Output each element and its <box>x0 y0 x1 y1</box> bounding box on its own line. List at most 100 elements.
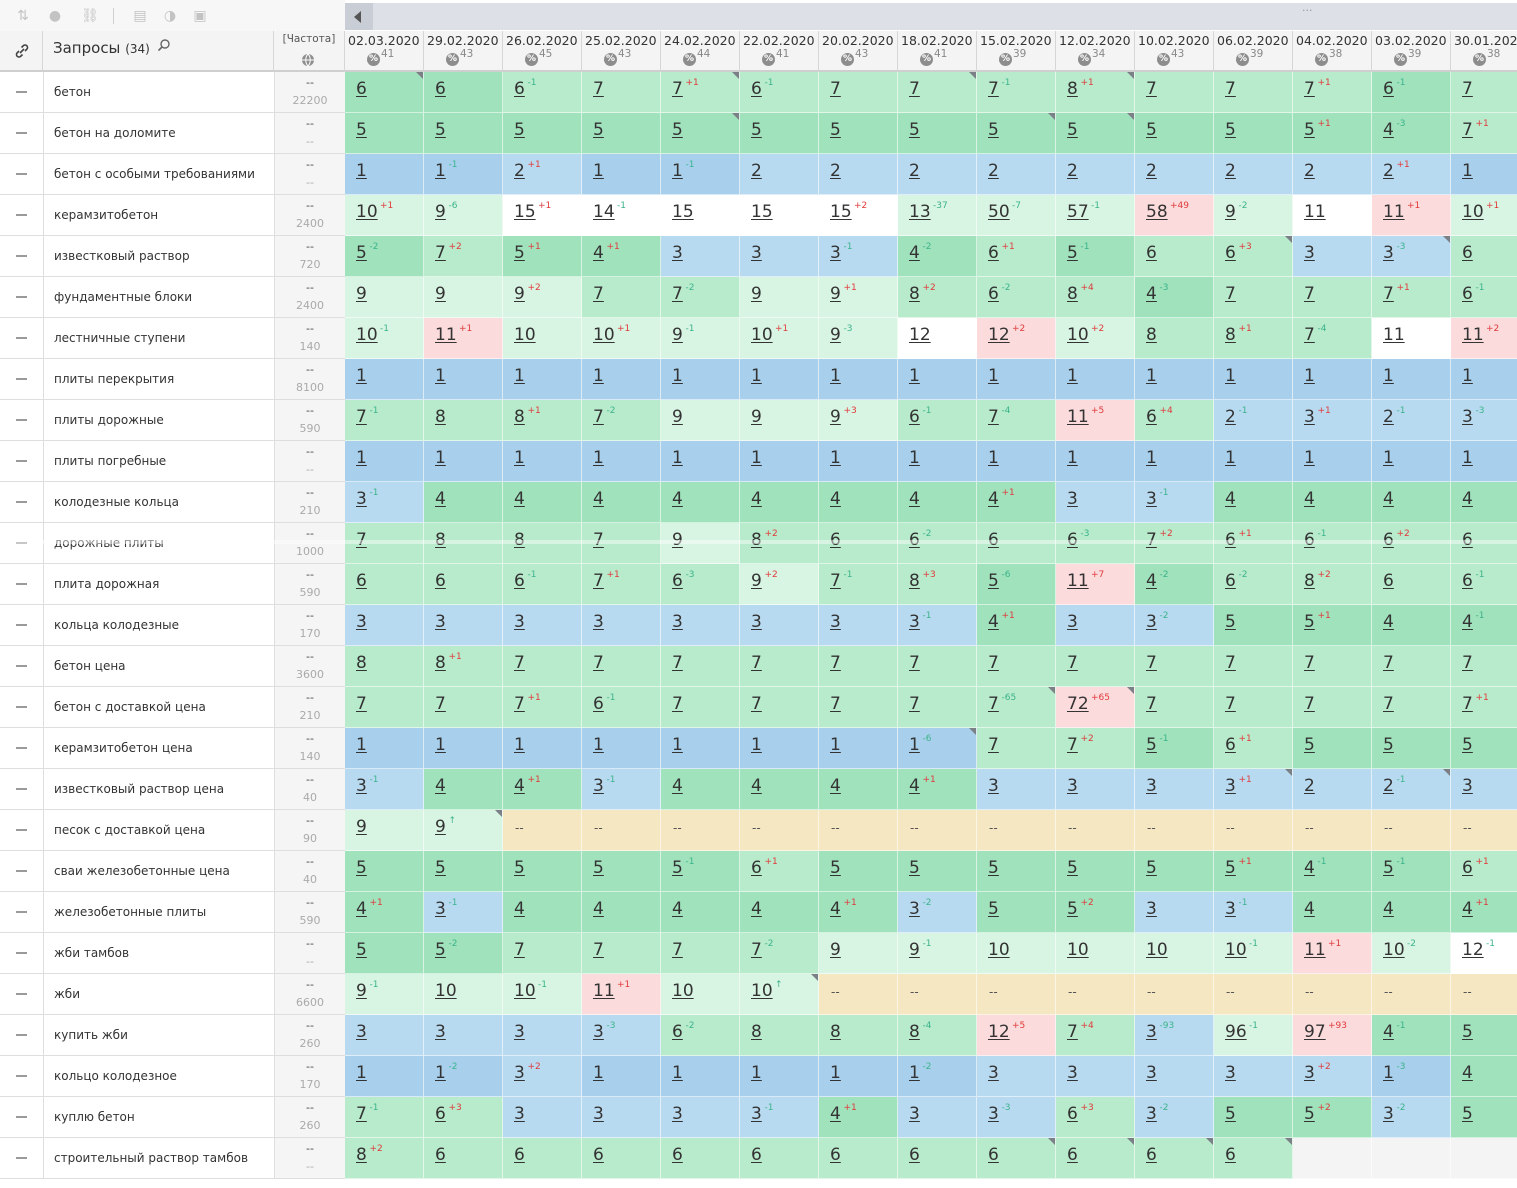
position-value[interactable]: 4 <box>1146 284 1157 304</box>
position-value[interactable]: 3 <box>1146 489 1157 509</box>
position-value[interactable]: 11 <box>1383 325 1405 345</box>
keyword-label[interactable]: плиты перекрытия <box>54 359 174 399</box>
position-value[interactable]: 6 <box>1146 407 1157 427</box>
position-value[interactable]: 3 <box>672 612 683 632</box>
date-column-header[interactable]: 26.02.2020% 45 <box>503 31 582 72</box>
position-cell[interactable]: 3 +1 <box>1293 400 1372 441</box>
position-value[interactable]: 6 <box>1067 1145 1078 1165</box>
position-cell[interactable]: 8 +1 <box>424 646 503 687</box>
row-handle[interactable] <box>0 851 44 891</box>
position-value[interactable]: 3 <box>1146 1022 1157 1042</box>
position-value[interactable]: 10 <box>1067 940 1089 960</box>
position-cell[interactable]: 1 <box>740 728 819 769</box>
position-cell[interactable]: 4 +1 <box>1451 892 1517 933</box>
position-value[interactable]: 6 <box>751 858 762 878</box>
row-handle[interactable] <box>0 687 44 727</box>
position-value[interactable]: 7 <box>1462 120 1473 140</box>
position-value[interactable]: 11 <box>1383 202 1405 222</box>
position-value[interactable]: 4 <box>751 776 762 796</box>
table-row[interactable]: купить жби -- 260 <box>0 1015 346 1056</box>
position-cell[interactable]: 5 <box>1214 1097 1293 1138</box>
position-value[interactable]: 7 <box>830 571 841 591</box>
position-cell[interactable]: 5 <box>977 892 1056 933</box>
position-value[interactable]: 1 <box>751 366 762 386</box>
position-value[interactable]: 6 <box>1462 243 1473 263</box>
position-value[interactable]: 1 <box>672 448 683 468</box>
position-cell[interactable]: 1 <box>345 728 424 769</box>
position-cell[interactable]: 3 -1 <box>819 236 898 277</box>
position-value[interactable]: 7 <box>593 407 604 427</box>
position-cell[interactable]: 6 +1 <box>1451 851 1517 892</box>
position-cell[interactable]: 4 <box>1293 892 1372 933</box>
position-value[interactable]: 6 <box>435 1104 446 1124</box>
position-value[interactable]: 6 <box>1225 243 1236 263</box>
table-row[interactable]: железобетонные плиты -- 590 <box>0 892 346 933</box>
position-cell[interactable]: 7 -1 <box>819 564 898 605</box>
position-value[interactable]: 10 <box>1462 202 1484 222</box>
table-row[interactable]: куплю бетон -- 260 <box>0 1097 346 1138</box>
keyword-label[interactable]: керамзитобетон <box>54 195 158 235</box>
position-value[interactable]: 1 <box>435 735 446 755</box>
position-value[interactable]: 11 <box>1067 571 1089 591</box>
position-value[interactable]: 10 <box>1067 325 1089 345</box>
position-cell[interactable]: 6 <box>1135 236 1214 277</box>
position-value[interactable]: 3 <box>1462 407 1473 427</box>
position-value[interactable]: 3 <box>1383 1104 1394 1124</box>
position-cell[interactable]: 3 -3 <box>582 1015 661 1056</box>
position-cell[interactable]: 4 -1 <box>1293 851 1372 892</box>
position-cell[interactable]: 5 <box>1451 728 1517 769</box>
position-cell[interactable]: 6 +1 <box>740 851 819 892</box>
position-value[interactable]: 5 <box>514 243 525 263</box>
position-value[interactable]: 7 <box>909 694 920 714</box>
position-value[interactable]: 1 <box>514 735 525 755</box>
position-value[interactable]: 6 <box>1146 1145 1157 1165</box>
table-row[interactable]: сваи железобетонные цена -- 40 <box>0 851 346 892</box>
position-cell[interactable]: 10 -1 <box>345 318 424 359</box>
position-cell[interactable]: 7 <box>503 933 582 974</box>
position-value[interactable]: 5 <box>435 940 446 960</box>
position-cell[interactable]: 7 <box>1135 72 1214 113</box>
position-value[interactable]: 6 <box>514 571 525 591</box>
position-value[interactable]: 1 <box>593 735 604 755</box>
row-handle[interactable] <box>0 933 44 973</box>
position-cell[interactable]: 7 -1 <box>345 1097 424 1138</box>
row-handle[interactable] <box>0 728 44 768</box>
position-cell[interactable]: 3 -1 <box>1214 892 1293 933</box>
position-value[interactable]: 4 <box>909 776 920 796</box>
position-cell[interactable]: 4 +1 <box>977 482 1056 523</box>
position-cell[interactable]: 6 <box>345 564 424 605</box>
position-cell[interactable]: 8 -4 <box>898 1015 977 1056</box>
position-value[interactable]: 5 <box>672 120 683 140</box>
position-value[interactable]: 8 <box>1225 325 1236 345</box>
position-value[interactable]: 58 <box>1146 202 1168 222</box>
position-cell[interactable]: 8 <box>345 646 424 687</box>
position-value[interactable]: 6 <box>356 79 367 99</box>
position-cell[interactable]: 1 <box>740 441 819 482</box>
position-cell[interactable]: 3 <box>977 1056 1056 1097</box>
position-value[interactable]: 4 <box>830 899 841 919</box>
position-value[interactable]: 2 <box>1304 161 1315 181</box>
position-cell[interactable]: 9 <box>424 277 503 318</box>
position-cell[interactable]: 1 <box>1293 441 1372 482</box>
position-cell[interactable]: 7 <box>977 646 1056 687</box>
position-cell[interactable]: 4 <box>819 769 898 810</box>
position-value[interactable]: 11 <box>1304 202 1326 222</box>
position-cell[interactable]: 8 <box>740 1015 819 1056</box>
position-cell[interactable]: 1 <box>661 441 740 482</box>
position-cell[interactable]: 12 -1 <box>1451 933 1517 974</box>
minus-icon[interactable] <box>16 624 27 626</box>
position-cell[interactable]: 7 -65 <box>977 687 1056 728</box>
position-value[interactable]: 10 <box>593 325 615 345</box>
position-cell[interactable]: -- <box>1293 810 1372 851</box>
position-cell[interactable]: 4 <box>661 892 740 933</box>
minus-icon[interactable] <box>16 706 27 708</box>
position-value[interactable]: 7 <box>830 79 841 99</box>
position-cell[interactable]: 12 +5 <box>977 1015 1056 1056</box>
row-handle[interactable] <box>0 154 44 194</box>
date-column-header[interactable]: 25.02.2020% 43 <box>582 31 661 72</box>
keyword-label[interactable]: плита дорожная <box>54 564 159 604</box>
position-value[interactable]: 7 <box>909 79 920 99</box>
position-value[interactable]: 5 <box>909 120 920 140</box>
position-value[interactable]: 8 <box>830 1022 841 1042</box>
position-cell[interactable]: 5 <box>819 113 898 154</box>
